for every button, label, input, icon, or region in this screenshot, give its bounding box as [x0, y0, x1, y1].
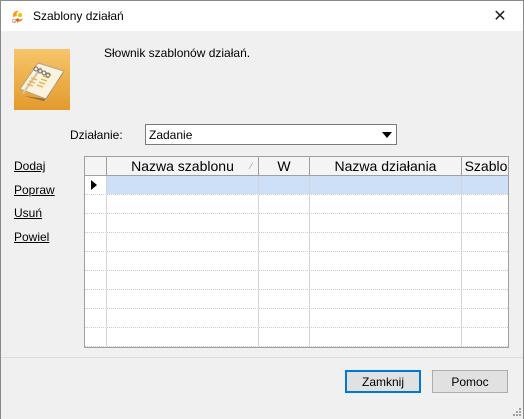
- action-dropdown-value: Zadanie: [149, 128, 193, 142]
- row-header-corner: [85, 157, 107, 175]
- table-cell[interactable]: [107, 271, 259, 289]
- templates-grid[interactable]: Nazwa szablonu ⁄ W Nazwa działania Szabl…: [84, 156, 509, 348]
- table-cell[interactable]: [462, 328, 508, 346]
- table-cell[interactable]: [259, 176, 310, 194]
- duplicate-link[interactable]: Powiel: [14, 230, 49, 244]
- book-icon: [14, 49, 70, 110]
- table-row[interactable]: [85, 195, 508, 214]
- table-row[interactable]: [85, 290, 508, 309]
- row-header-cell[interactable]: [85, 290, 107, 308]
- table-cell[interactable]: [259, 328, 310, 346]
- header-band: [1, 31, 523, 117]
- table-cell[interactable]: [107, 176, 259, 194]
- table-row[interactable]: [85, 214, 508, 233]
- resize-grip-icon[interactable]: [511, 406, 521, 416]
- table-cell[interactable]: [107, 214, 259, 232]
- help-button[interactable]: Pomoc: [432, 370, 508, 393]
- dictionary-description: Słownik szablonów działań.: [104, 46, 251, 60]
- grid-header: Nazwa szablonu ⁄ W Nazwa działania Szabl…: [85, 157, 508, 176]
- row-pointer-icon: [91, 180, 97, 190]
- table-cell[interactable]: [259, 233, 310, 251]
- table-cell[interactable]: [462, 271, 508, 289]
- column-header-action-name[interactable]: Nazwa działania: [310, 157, 462, 175]
- column-header-template[interactable]: Szablo: [462, 157, 508, 175]
- table-cell[interactable]: [259, 271, 310, 289]
- app-logo-icon: GT: [12, 10, 23, 24]
- dialog-window: GT Szablony działań ✕ Słownik szablonów …: [0, 0, 524, 419]
- table-row[interactable]: [85, 309, 508, 328]
- table-cell[interactable]: [107, 328, 259, 346]
- row-header-cell[interactable]: [85, 195, 107, 213]
- table-row[interactable]: [85, 176, 508, 195]
- table-cell[interactable]: [107, 252, 259, 270]
- column-header-label: Nazwa szablonu: [131, 158, 234, 174]
- table-cell[interactable]: [259, 195, 310, 213]
- table-cell[interactable]: [259, 214, 310, 232]
- table-cell[interactable]: [310, 309, 462, 327]
- row-header-cell[interactable]: [85, 309, 107, 327]
- row-header-cell[interactable]: [85, 214, 107, 232]
- table-cell[interactable]: [259, 252, 310, 270]
- title-bar[interactable]: GT Szablony działań ✕: [1, 1, 523, 31]
- table-cell[interactable]: [310, 252, 462, 270]
- table-cell[interactable]: [310, 271, 462, 289]
- row-header-cell[interactable]: [85, 176, 107, 194]
- edit-link[interactable]: Popraw: [14, 183, 55, 197]
- delete-link[interactable]: Usuń: [14, 206, 42, 220]
- table-row[interactable]: [85, 271, 508, 290]
- table-cell[interactable]: [462, 309, 508, 327]
- table-cell[interactable]: [107, 309, 259, 327]
- row-header-cell[interactable]: [85, 233, 107, 251]
- column-header-w[interactable]: W: [259, 157, 310, 175]
- table-cell[interactable]: [107, 195, 259, 213]
- table-cell[interactable]: [462, 252, 508, 270]
- table-cell[interactable]: [259, 290, 310, 308]
- sort-indicator-icon: ⁄: [250, 161, 252, 171]
- row-header-cell[interactable]: [85, 271, 107, 289]
- table-cell[interactable]: [310, 233, 462, 251]
- table-cell[interactable]: [462, 195, 508, 213]
- table-cell[interactable]: [310, 214, 462, 232]
- table-cell[interactable]: [310, 290, 462, 308]
- table-row[interactable]: [85, 252, 508, 271]
- column-header-template-name[interactable]: Nazwa szablonu ⁄: [107, 157, 259, 175]
- action-label: Działanie:: [70, 128, 123, 142]
- action-dropdown[interactable]: Zadanie: [145, 124, 397, 145]
- row-header-cell[interactable]: [85, 252, 107, 270]
- close-button[interactable]: Zamknij: [345, 370, 421, 393]
- table-cell[interactable]: [462, 290, 508, 308]
- close-icon[interactable]: ✕: [477, 1, 523, 31]
- table-cell[interactable]: [310, 328, 462, 346]
- chevron-down-icon[interactable]: [382, 128, 392, 142]
- table-cell[interactable]: [310, 176, 462, 194]
- window-title: Szablony działań: [33, 9, 124, 23]
- svg-text:GT: GT: [12, 19, 19, 24]
- row-header-cell[interactable]: [85, 328, 107, 346]
- table-row[interactable]: [85, 328, 508, 347]
- add-link[interactable]: Dodaj: [14, 159, 45, 173]
- table-cell[interactable]: [107, 290, 259, 308]
- table-cell[interactable]: [462, 176, 508, 194]
- table-cell[interactable]: [259, 309, 310, 327]
- table-cell[interactable]: [310, 195, 462, 213]
- table-cell[interactable]: [462, 233, 508, 251]
- table-cell[interactable]: [462, 214, 508, 232]
- table-row[interactable]: [85, 233, 508, 252]
- table-cell[interactable]: [107, 233, 259, 251]
